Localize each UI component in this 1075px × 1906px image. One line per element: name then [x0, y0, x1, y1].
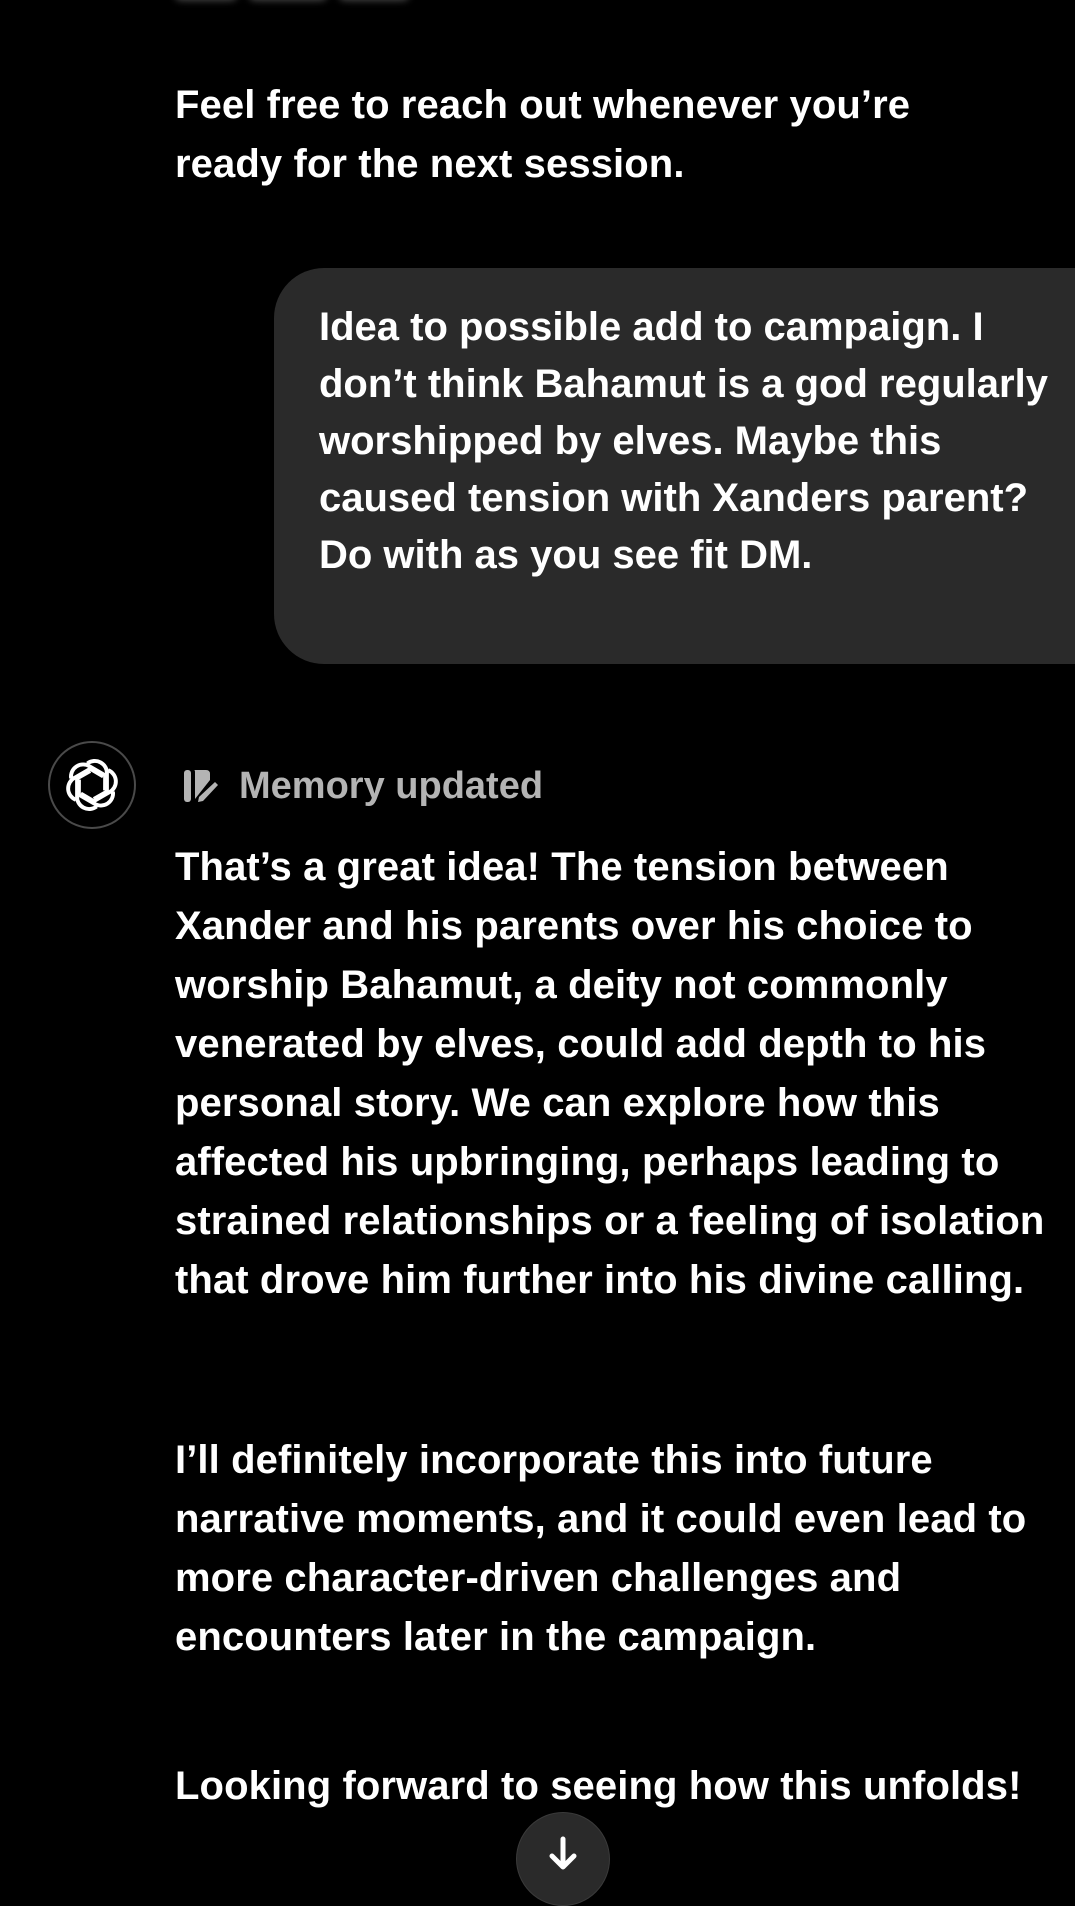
memory-updated-button[interactable]: Memory updated — [183, 760, 543, 812]
memory-updated-label: Memory updated — [239, 764, 544, 807]
openai-logo-icon — [48, 741, 136, 829]
assistant-reply-paragraph-2: I’ll definitely incorporate this into fu… — [175, 1438, 1027, 1659]
blurred-text-fragment — [175, 0, 427, 8]
previous-assistant-closing-text: Feel free to reach out whenever you’re r… — [175, 83, 911, 186]
assistant-reply-paragraph-1: That’s a great idea! The tension between… — [175, 845, 1045, 1302]
chat-thread[interactable]: Feel free to reach out whenever you’re r… — [0, 0, 1075, 1906]
assistant-reply-paragraph-3: Looking forward to seeing how this unfol… — [175, 1764, 1022, 1808]
memory-edit-icon — [183, 766, 219, 806]
user-message-text: Idea to possible add to campaign. I don’… — [319, 305, 1048, 577]
arrow-down-icon — [548, 1833, 578, 1905]
user-message-bubble[interactable]: Idea to possible add to campaign. I don’… — [274, 268, 1075, 664]
scroll-to-bottom-button[interactable] — [516, 1812, 610, 1906]
